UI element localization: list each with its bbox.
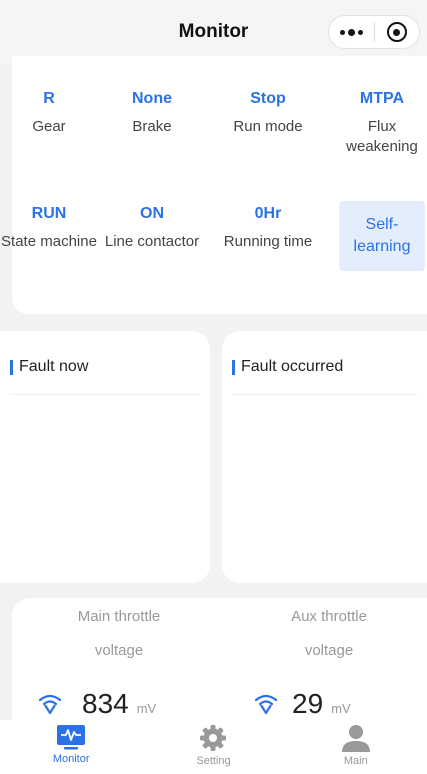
aux-throttle-value: 29 (292, 688, 324, 719)
monitor-icon (57, 725, 86, 750)
fault-occurred-panel: Fault occurred (222, 331, 427, 583)
main-throttle-value: 834 (82, 688, 129, 719)
user-icon (341, 725, 370, 752)
fault-occurred-header: Fault occurred (232, 358, 343, 376)
running-time-label: Running time (223, 233, 313, 250)
fault-now-panel: Fault now (0, 331, 210, 583)
status-run-mode: Stop Run mode (220, 89, 316, 137)
gear-value: R (43, 90, 55, 107)
flux-label: Flux weakening (346, 118, 418, 155)
state-machine-value: RUN (31, 205, 67, 222)
more-dots-icon[interactable] (329, 16, 374, 48)
divider (10, 394, 200, 395)
section-marker (10, 359, 13, 375)
signal-icon (38, 694, 62, 714)
main-throttle-unit: mV (136, 701, 157, 716)
signal-icon (254, 694, 278, 714)
status-state-machine: RUN State machine (1, 204, 97, 252)
status-card: R Gear None Brake Stop Run mode MTPA Flu… (1, 56, 427, 314)
target-icon[interactable] (375, 16, 419, 48)
aux-throttle-unit: mV (331, 701, 351, 716)
brake-label: Brake (132, 118, 172, 135)
main-throttle-reading: 834 mV (82, 688, 156, 720)
status-running-time: 0Hr Running time (220, 204, 316, 252)
section-marker (232, 359, 235, 375)
line-contactor-value: ON (140, 205, 164, 222)
gear-label: Gear (32, 118, 66, 135)
tab-bar: Monitor Setting Main (0, 720, 427, 774)
line-contactor-label: Line contactor (104, 233, 200, 250)
page-title: Monitor (178, 21, 249, 42)
main-throttle: Main throttle voltage 834 mV (38, 598, 214, 719)
tab-main-label: Main (343, 755, 368, 767)
main-throttle-label: Main throttle voltage (77, 608, 161, 659)
running-time-value: 0Hr (254, 205, 282, 222)
fault-now-header: Fault now (10, 358, 88, 376)
fault-now-title: Fault now (19, 358, 89, 375)
flux-value: MTPA (359, 90, 405, 107)
tab-monitor-label: Monitor (52, 753, 90, 765)
tab-setting-label: Setting (196, 755, 231, 767)
run-mode-label: Run mode (233, 118, 303, 135)
navigation-bar: Monitor (0, 0, 427, 64)
tab-monitor[interactable]: Monitor (0, 720, 142, 774)
tab-main[interactable]: Main (285, 720, 427, 774)
status-line-contactor: ON Line contactor (104, 204, 200, 252)
divider (232, 394, 417, 395)
fault-occurred-title: Fault occurred (241, 358, 344, 375)
aux-throttle-label: Aux throttle voltage (291, 608, 367, 659)
aux-throttle: Aux throttle voltage 29 mV (254, 598, 424, 719)
run-mode-value: Stop (250, 90, 286, 107)
tab-setting[interactable]: Setting (142, 720, 284, 774)
gear-icon (200, 725, 227, 751)
state-machine-label: State machine (1, 233, 97, 250)
status-flux-weakening: MTPA Flux weakening (334, 89, 427, 157)
aux-throttle-reading: 29 mV (292, 688, 351, 720)
status-gear: R Gear (1, 89, 97, 137)
self-learning-button[interactable]: Self-learning (339, 201, 425, 271)
status-brake: None Brake (104, 89, 200, 137)
brake-value: None (132, 90, 172, 107)
mini-program-capsule (328, 15, 420, 49)
